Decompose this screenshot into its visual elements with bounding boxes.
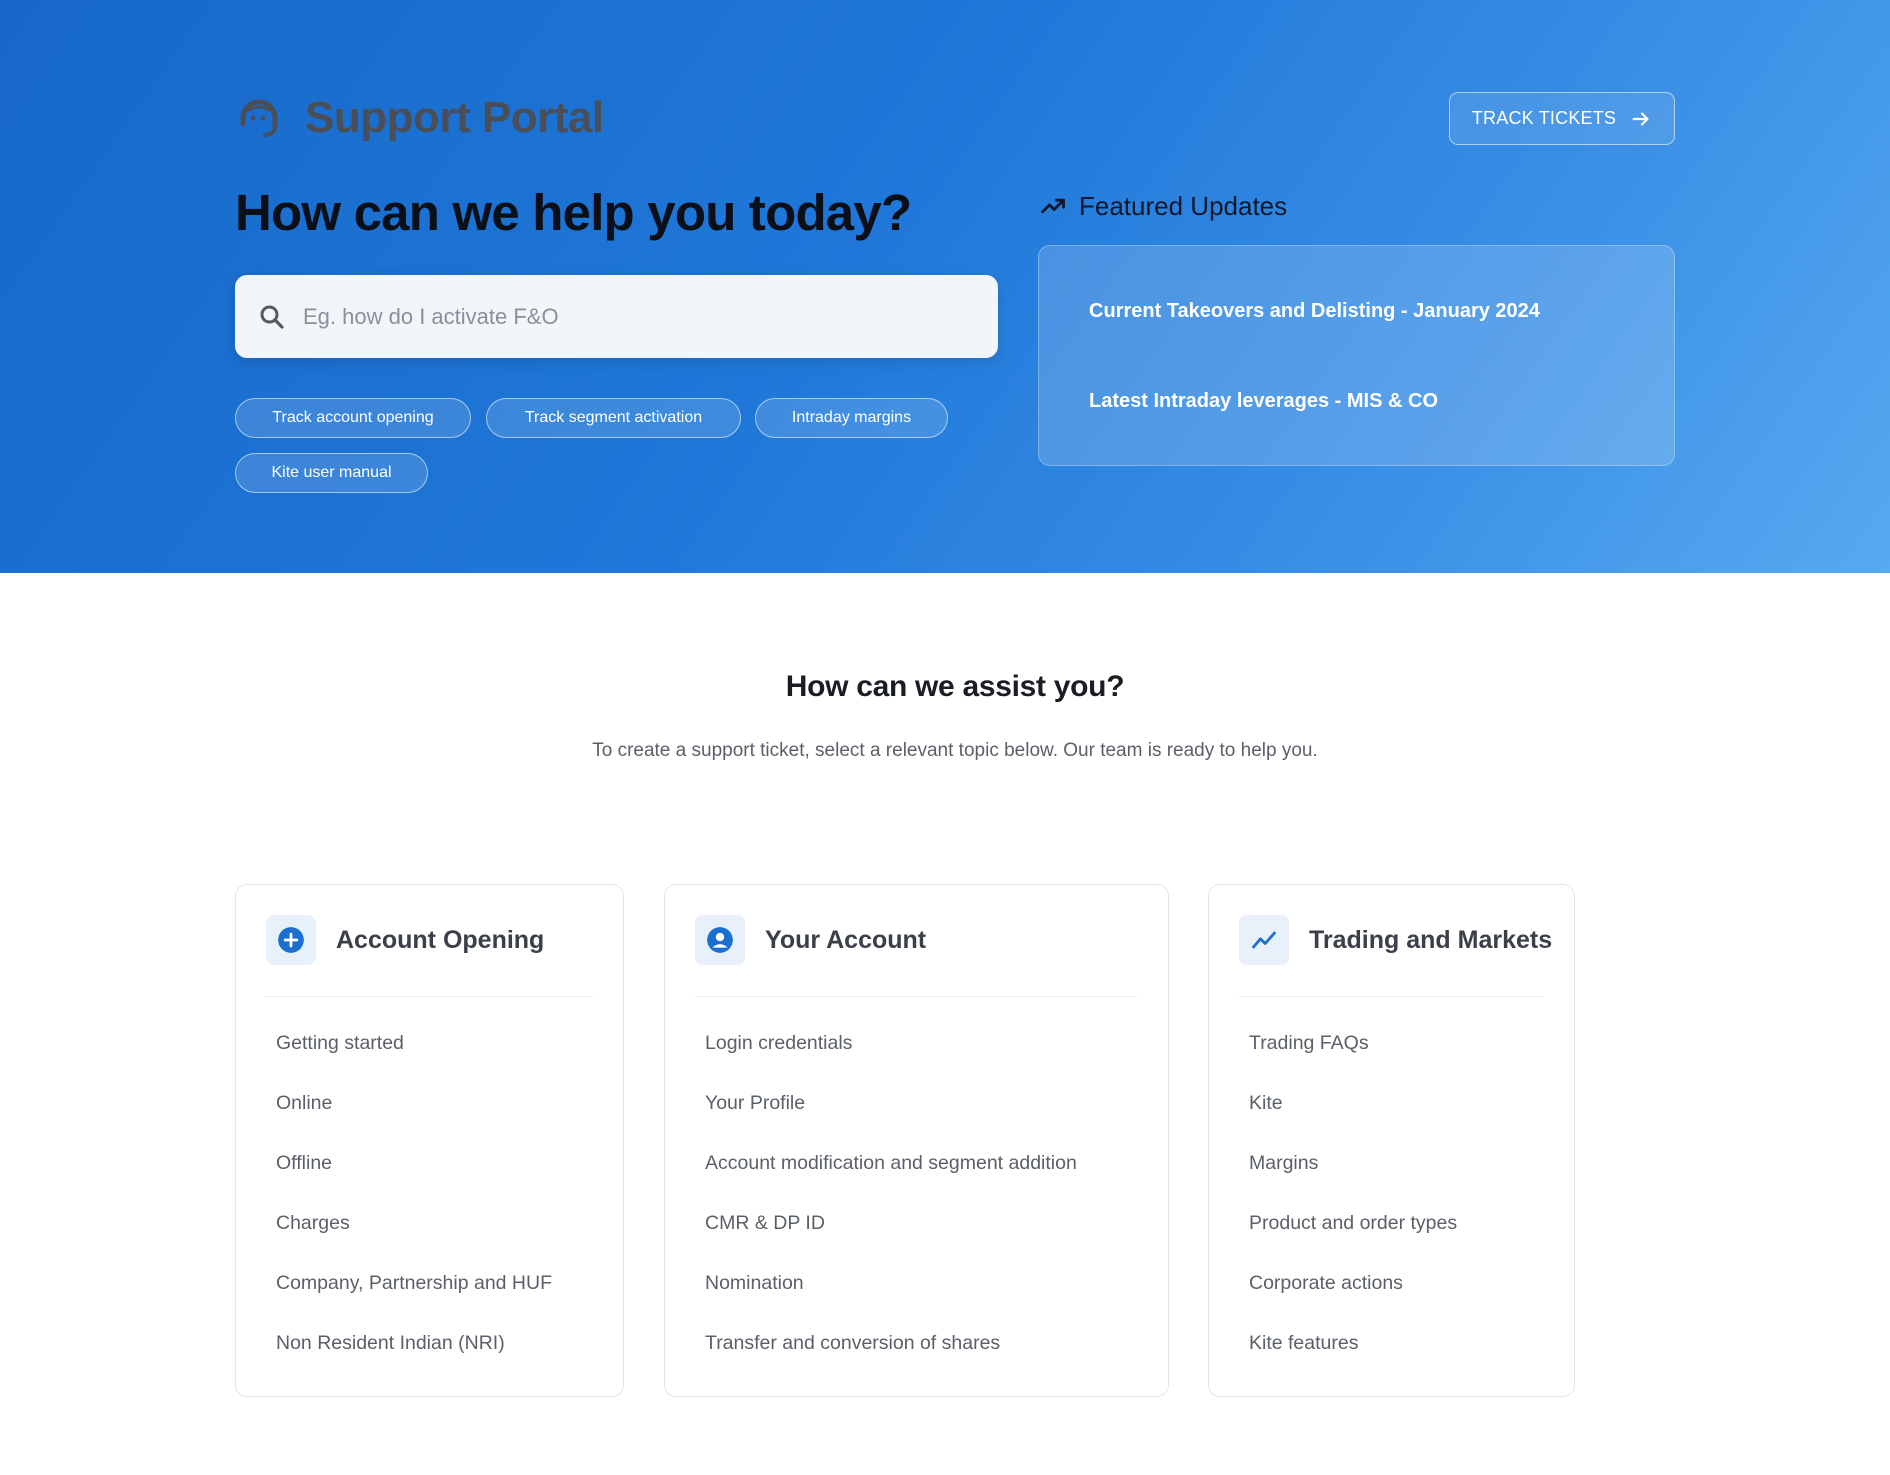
category-link[interactable]: Trading FAQs — [1249, 1029, 1457, 1089]
arrow-right-icon — [1632, 111, 1649, 126]
quick-link-track-account-opening[interactable]: Track account opening — [235, 398, 471, 438]
featured-updates-card: Current Takeovers and Delisting - Januar… — [1038, 245, 1675, 466]
search-icon — [260, 305, 284, 329]
card-icon-wrap — [266, 915, 316, 965]
quick-link-intraday-margins[interactable]: Intraday margins — [755, 398, 948, 438]
category-link[interactable]: Non Resident Indian (NRI) — [276, 1329, 552, 1389]
featured-update-link[interactable]: Latest Intraday leverages - MIS & CO — [1089, 390, 1438, 413]
category-title: Trading and Markets — [1309, 926, 1553, 954]
category-link[interactable]: Transfer and conversion of shares — [705, 1329, 1077, 1389]
category-header[interactable]: Your Account — [695, 915, 1138, 997]
brand[interactable]: Support Portal — [235, 88, 604, 148]
quick-link-track-segment-activation[interactable]: Track segment activation — [486, 398, 741, 438]
category-link[interactable]: Kite — [1249, 1089, 1457, 1149]
brand-title: Support Portal — [305, 93, 604, 142]
category-link[interactable]: Online — [276, 1089, 552, 1149]
category-header[interactable]: Trading and Markets — [1239, 915, 1552, 997]
category-card-account-opening: Account Opening Getting started Online O… — [235, 884, 624, 1397]
category-link[interactable]: Nomination — [705, 1269, 1077, 1329]
search-box[interactable] — [235, 275, 998, 358]
card-icon-wrap — [695, 915, 745, 965]
category-link[interactable]: Account modification and segment additio… — [705, 1149, 1077, 1209]
headset-icon — [240, 99, 278, 137]
featured-updates-title: Featured Updates — [1079, 190, 1288, 221]
category-links: Login credentials Your Profile Account m… — [705, 1029, 1077, 1389]
category-link[interactable]: Margins — [1249, 1149, 1457, 1209]
search-input[interactable] — [301, 296, 981, 337]
hero-heading: How can we help you today? — [235, 184, 912, 241]
card-icon-wrap — [1239, 915, 1289, 965]
category-link[interactable]: CMR & DP ID — [705, 1209, 1077, 1269]
user-circle-icon — [707, 927, 733, 953]
trending-up-icon — [1041, 198, 1065, 214]
category-link[interactable]: Company, Partnership and HUF — [276, 1269, 552, 1329]
featured-updates-header: Featured Updates — [1039, 186, 1287, 226]
category-links: Getting started Online Offline Charges C… — [276, 1029, 552, 1389]
track-tickets-label: TRACK TICKETS — [1471, 108, 1617, 128]
category-title: Your Account — [765, 926, 927, 954]
category-link[interactable]: Kite features — [1249, 1329, 1457, 1389]
category-links: Trading FAQs Kite Margins Product and or… — [1249, 1029, 1457, 1389]
track-tickets-button[interactable]: TRACK TICKETS — [1449, 92, 1675, 145]
category-link[interactable]: Login credentials — [705, 1029, 1077, 1089]
trend-chart-icon — [1252, 931, 1276, 949]
category-header[interactable]: Account Opening — [266, 915, 593, 997]
category-link[interactable]: Your Profile — [705, 1089, 1077, 1149]
category-card-your-account: Your Account Login credentials Your Prof… — [664, 884, 1169, 1397]
featured-update-link[interactable]: Current Takeovers and Delisting - Januar… — [1089, 300, 1540, 323]
hero-section: Support Portal TRACK TICKETS How can we … — [0, 0, 1890, 573]
category-link[interactable]: Getting started — [276, 1029, 552, 1089]
category-link[interactable]: Charges — [276, 1209, 552, 1269]
category-card-trading-and-markets: Trading and Markets Trading FAQs Kite Ma… — [1208, 884, 1575, 1397]
category-link[interactable]: Corporate actions — [1249, 1269, 1457, 1329]
quick-link-kite-user-manual[interactable]: Kite user manual — [235, 453, 428, 493]
category-link[interactable]: Offline — [276, 1149, 552, 1209]
assist-title: How can we assist you? — [785, 670, 1125, 703]
plus-circle-icon — [278, 927, 304, 953]
assist-subtitle: To create a support ticket, select a rel… — [592, 740, 1318, 761]
category-title: Account Opening — [336, 926, 545, 954]
category-link[interactable]: Product and order types — [1249, 1209, 1457, 1269]
